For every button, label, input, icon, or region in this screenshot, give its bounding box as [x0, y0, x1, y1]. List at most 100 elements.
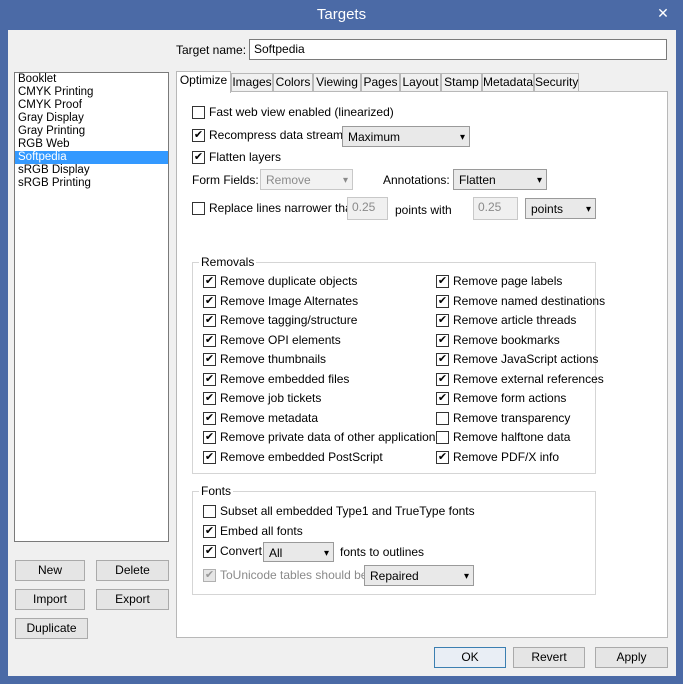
chevron-down-icon: ▾ [342, 175, 348, 186]
annotations-select[interactable]: Flatten ▾ [453, 169, 547, 190]
tab-viewing[interactable]: Viewing [313, 73, 361, 92]
embed-fonts-checkbox[interactable]: ✔ [203, 525, 216, 538]
tab-pages[interactable]: Pages [361, 73, 400, 92]
removal-option-checkbox[interactable]: ✔ [203, 450, 216, 464]
removal-option-label: Remove transparency [453, 410, 571, 425]
tab-optimize[interactable]: Optimize [176, 71, 231, 93]
removal-option-checkbox[interactable]: ✔ [203, 431, 216, 444]
removal-option-label: Remove thumbnails [220, 352, 327, 366]
removals-group: Removals ✔ Remove duplicate objects ✔ Remov… [192, 255, 605, 474]
duplicate-button[interactable]: Duplicate [15, 618, 88, 639]
units-select[interactable]: points ▾ [525, 198, 596, 219]
apply-button[interactable]: Apply [595, 647, 668, 668]
removal-option-checkbox[interactable]: ✔ [203, 372, 216, 386]
removal-option-label: Remove external references [453, 371, 604, 386]
tab-security[interactable]: Security [534, 73, 579, 92]
removal-option-label: Remove halftone data [453, 430, 571, 444]
delete-button[interactable]: Delete [96, 560, 169, 581]
tounicode-select[interactable]: Repaired ▾ [364, 565, 474, 586]
replace-lines-with-input: 0.25 [473, 197, 518, 220]
convert-fonts-checkbox[interactable]: ✔ [203, 545, 216, 558]
tounicode-checkbox: ✔ [203, 569, 216, 582]
removal-option-label: Remove form actions [453, 391, 567, 405]
ok-button[interactable]: OK [434, 647, 506, 668]
targets-list[interactable]: Booklet CMYK Printing CMYK Proof Gray Displ… [14, 72, 169, 542]
removal-option-label: Remove article threads [453, 313, 577, 327]
removal-option-label: Remove bookmarks [453, 332, 560, 347]
new-button[interactable]: New [15, 560, 85, 581]
target-list-item[interactable]: Gray Display [15, 112, 168, 125]
close-icon[interactable]: ✕ [651, 3, 675, 23]
removal-option-checkbox[interactable]: ✔ [203, 294, 216, 308]
fast-web-label: Fast web view enabled (linearized) [209, 105, 394, 119]
removal-option-checkbox[interactable]: ✔ [436, 392, 449, 405]
window-title: Targets [316, 6, 367, 23]
tab-metadata[interactable]: Metadata [482, 73, 534, 92]
removal-option-checkbox[interactable]: ✔ [436, 450, 449, 464]
points-with-label: points with [395, 203, 452, 217]
removal-option-label: Remove tagging/structure [220, 313, 358, 327]
removal-option-label: Remove Image Alternates [220, 293, 359, 308]
tab-layout[interactable]: Layout [400, 73, 441, 92]
target-list-item[interactable]: Gray Printing [15, 125, 168, 138]
removal-option-checkbox[interactable]: ✔ [203, 333, 216, 347]
target-list-item[interactable]: CMYK Printing [15, 86, 168, 99]
target-list-item[interactable]: Booklet [15, 73, 168, 86]
recompress-checkbox[interactable]: ✔ [192, 129, 205, 142]
tab-images[interactable]: Images [231, 73, 273, 92]
removal-option-checkbox[interactable]: ✔ [436, 294, 449, 308]
tab-colors[interactable]: Colors [273, 73, 313, 92]
form-fields-select: Remove ▾ [260, 169, 353, 190]
removal-option-checkbox[interactable]: ✔ [203, 314, 216, 327]
replace-lines-width-input: 0.25 [347, 197, 388, 220]
removal-option-checkbox[interactable]: ✔ [436, 372, 449, 386]
removal-option-label: Remove duplicate objects [220, 274, 358, 288]
removal-option-label: Remove OPI elements [220, 332, 341, 347]
removal-option-label: Remove private data of other application… [220, 430, 442, 444]
flatten-checkbox[interactable]: ✔ [192, 151, 205, 164]
removal-option-checkbox[interactable]: ✔ [203, 411, 216, 425]
removal-option-label: Remove PDF/X info [453, 449, 560, 464]
tounicode-label: ToUnicode tables should be: [220, 568, 371, 582]
removal-option-checkbox[interactable]: ✔ [436, 333, 449, 347]
recompress-select-value: Maximum [348, 130, 401, 144]
removal-option-checkbox[interactable]: ✔ [436, 353, 449, 366]
removal-option-label: Remove embedded PostScript [220, 449, 383, 464]
subset-fonts-checkbox[interactable] [203, 505, 216, 518]
replace-lines-checkbox[interactable] [192, 202, 205, 215]
tab-stamp[interactable]: Stamp [441, 73, 482, 92]
removal-option-checkbox[interactable]: ✔ [203, 275, 216, 288]
export-button[interactable]: Export [96, 589, 169, 610]
removal-option-checkbox[interactable]: ✔ [203, 392, 216, 405]
removal-option-checkbox[interactable]: ✔ [203, 353, 216, 366]
removal-option-checkbox[interactable] [436, 431, 449, 444]
target-list-item[interactable]: RGB Web [15, 138, 168, 151]
convert-fonts-select[interactable]: All ▾ [263, 542, 334, 562]
removal-option-label: Remove JavaScript actions [453, 352, 599, 366]
removal-option-label: Remove named destinations [453, 293, 606, 308]
recompress-select[interactable]: Maximum ▾ [342, 126, 470, 147]
revert-button[interactable]: Revert [513, 647, 585, 668]
target-name-input[interactable]: Softpedia [249, 39, 667, 60]
dialog-window: Targets ✕ Target name: Softpedia Booklet… [0, 0, 683, 684]
dialog-client: Target name: Softpedia Booklet CMYK Print… [8, 30, 676, 676]
convert-fonts-label: Convert [220, 544, 263, 558]
import-button[interactable]: Import [15, 589, 85, 610]
removal-option-checkbox[interactable]: ✔ [436, 314, 449, 327]
fast-web-checkbox[interactable] [192, 106, 205, 119]
optimize-panel: Fast web view enabled (linearized) ✔ Rec… [176, 91, 668, 638]
target-list-item[interactable]: Softpedia [15, 151, 168, 164]
convert-fonts-select-value: All [269, 546, 283, 560]
annotations-label: Annotations: [383, 173, 450, 187]
removal-option-label: Remove metadata [220, 410, 319, 425]
target-list-item[interactable]: sRGB Printing [15, 177, 168, 190]
target-list-item[interactable]: sRGB Display [15, 164, 168, 177]
removals-title: Removals [199, 255, 257, 269]
target-list-item[interactable]: CMYK Proof [15, 99, 168, 112]
removal-option-checkbox[interactable]: ✔ [436, 275, 449, 288]
flatten-label: Flatten layers [209, 150, 282, 164]
removal-option-label: Remove page labels [453, 274, 563, 288]
removal-option-checkbox[interactable] [436, 411, 449, 425]
recompress-label: Recompress data streams [209, 128, 350, 142]
chevron-down-icon: ▾ [463, 571, 469, 582]
